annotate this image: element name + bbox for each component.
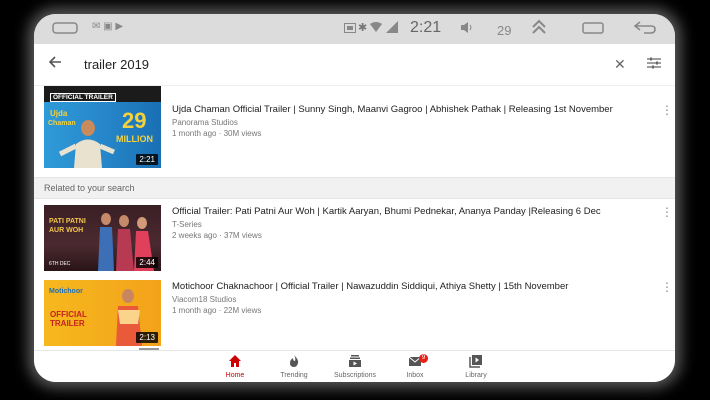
video-thumbnail[interactable]: Motichoor OFFICIAL TRAILER 2:13 xyxy=(44,280,161,346)
volume-icon xyxy=(461,22,472,33)
video-meta: 1 month ago · 30M views xyxy=(172,129,262,138)
video-meta: 1 month ago · 22M views xyxy=(172,306,262,315)
nav-label: Library xyxy=(465,372,487,379)
library-icon xyxy=(469,355,482,368)
nav-subscriptions[interactable]: Subscriptions xyxy=(325,354,385,379)
more-options-icon[interactable]: ⋮ xyxy=(661,104,673,116)
svg-text:6TH DEC: 6TH DEC xyxy=(49,261,71,267)
svg-text:Ujda: Ujda xyxy=(50,109,68,118)
search-input[interactable]: trailer 2019 xyxy=(84,57,149,72)
video-title[interactable]: Official Trailer: Pati Patni Aur Woh | K… xyxy=(172,206,601,217)
nav-inbox[interactable]: 9 Inbox xyxy=(385,354,445,379)
nav-label: Trending xyxy=(280,372,308,379)
video-title[interactable]: Ujda Chaman Official Trailer | Sunny Sin… xyxy=(172,104,613,115)
more-options-icon[interactable]: ⋮ xyxy=(661,281,673,293)
nav-library[interactable]: Library xyxy=(446,354,506,379)
svg-text:PATI PATNI: PATI PATNI xyxy=(49,218,86,225)
nav-label: Inbox xyxy=(406,372,424,379)
nav-label: Subscriptions xyxy=(333,372,377,379)
battery-level: 29 xyxy=(497,23,512,38)
clear-icon[interactable]: ✕ xyxy=(614,56,626,73)
nav-trending[interactable]: Trending xyxy=(264,354,324,379)
video-thumbnail[interactable]: Ujda Chaman 29 MILLION 2:21 xyxy=(44,102,161,168)
trending-flame-icon xyxy=(290,355,299,367)
video-duration: 2:21 xyxy=(136,154,158,165)
video-title[interactable]: Motichoor Chaknachoor | Official Trailer… xyxy=(172,281,568,292)
video-duration: 2:13 xyxy=(136,332,158,343)
section-label: Related to your search xyxy=(44,183,135,193)
thumbnail-view-badge: 29 xyxy=(122,108,147,133)
channel-name[interactable]: Panorama Studios xyxy=(172,118,238,127)
status-bar: ✉ ▣ ▶ ✱ 2:21 29 xyxy=(34,14,675,44)
bottom-navigation: Home Trending Subscriptions 9 Inbox Libr… xyxy=(34,350,675,382)
channel-name[interactable]: Viacom18 Studios xyxy=(172,295,236,304)
thumbnail-tag: OFFICIAL TRAILER xyxy=(50,93,116,102)
svg-text:Chaman: Chaman xyxy=(48,120,76,127)
wifi-icon xyxy=(370,22,382,32)
notification-badge: 9 xyxy=(419,354,428,363)
nav-home[interactable]: Home xyxy=(205,354,265,379)
keyboard-icon xyxy=(52,22,78,34)
section-header: Related to your search xyxy=(34,177,675,199)
channel-name[interactable]: T-Series xyxy=(172,220,202,229)
home-icon xyxy=(229,355,241,367)
svg-text:AUR WOH: AUR WOH xyxy=(49,227,83,234)
clock-time: 2:21 xyxy=(410,19,442,36)
window-icon[interactable] xyxy=(582,22,604,34)
filter-icon[interactable] xyxy=(647,56,661,70)
thumbnail-tag: OFFICIAL TRAILER xyxy=(50,310,87,328)
svg-text:Motichoor: Motichoor xyxy=(49,288,83,295)
screenshot-icon xyxy=(344,23,356,33)
search-bar: trailer 2019 ✕ xyxy=(34,44,675,86)
video-meta: 2 weeks ago · 37M views xyxy=(172,231,262,240)
device-screen: ✉ ▣ ▶ ✱ 2:21 29 trailer 2019 ✕ OFFICIAL … xyxy=(34,14,675,382)
more-options-icon[interactable]: ⋮ xyxy=(661,206,673,218)
bluetooth-icon: ✱ xyxy=(358,22,368,34)
back-icon[interactable] xyxy=(634,20,656,34)
thumbnail-view-badge-sub: MILLION xyxy=(116,134,153,144)
nav-label: Home xyxy=(225,372,245,379)
video-duration: 2:44 xyxy=(136,257,158,268)
signal-icon xyxy=(386,21,398,33)
expand-icon[interactable] xyxy=(531,19,547,35)
subscriptions-icon xyxy=(349,355,361,367)
arrow-back-icon[interactable] xyxy=(48,55,62,69)
notification-icons: ✉ ▣ ▶ xyxy=(92,21,124,32)
video-thumbnail[interactable]: PATI PATNI AUR WOH 6TH DEC 2:44 xyxy=(44,205,161,271)
